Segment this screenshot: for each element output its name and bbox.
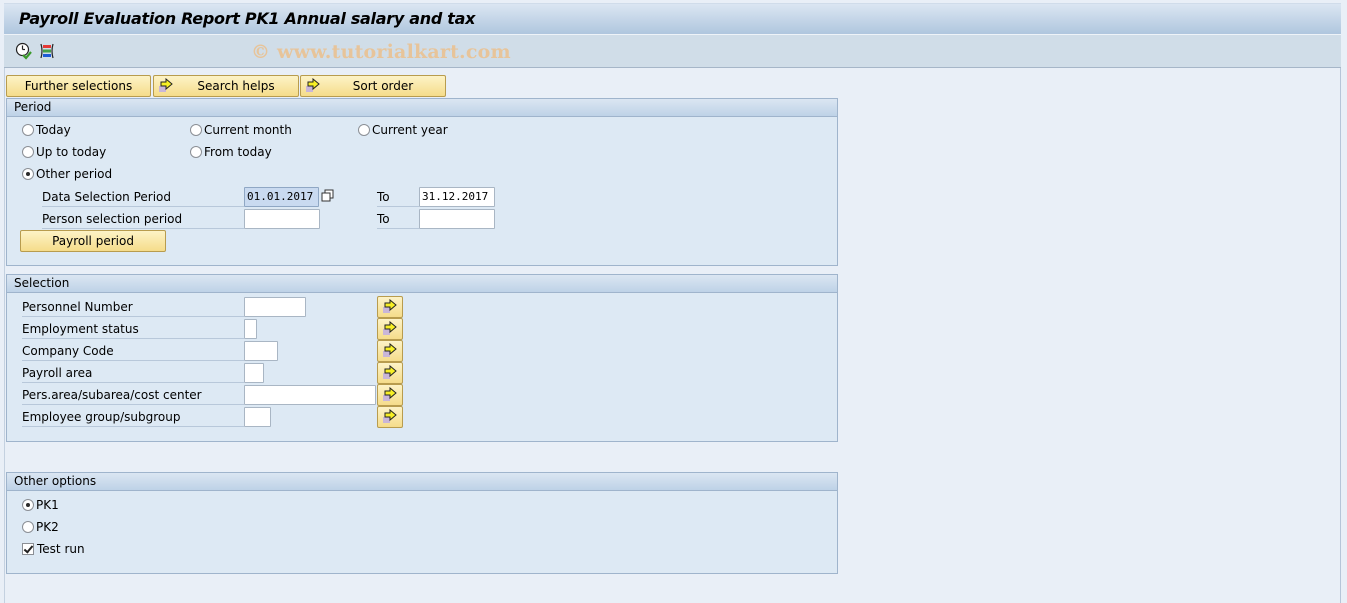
company-code-input[interactable] xyxy=(244,341,278,361)
search-helps-label: Search helps xyxy=(197,79,275,93)
multiple-selection-icon[interactable] xyxy=(321,189,337,205)
radio-button[interactable] xyxy=(190,146,202,158)
person-selection-to-input[interactable] xyxy=(419,209,495,229)
period-group-title: Period xyxy=(7,99,837,117)
selection-group: Selection Personnel Number Employment st… xyxy=(6,274,838,442)
arrow-right-icon xyxy=(383,409,397,423)
title-bar: Payroll Evaluation Report PK1 Annual sal… xyxy=(4,3,1341,34)
data-selection-to-label: To xyxy=(377,187,419,207)
personnel-number-input[interactable] xyxy=(244,297,306,317)
radio-today[interactable]: Today xyxy=(22,123,71,137)
other-options-group: Other options PK1 PK2 Test run xyxy=(6,472,838,574)
application-toolbar: © www.tutorialkart.com xyxy=(4,34,1341,68)
radio-button[interactable] xyxy=(22,168,34,180)
person-selection-period-label: Person selection period xyxy=(42,209,244,229)
search-helps-button[interactable]: Search helps xyxy=(153,75,299,97)
checkbox-box[interactable] xyxy=(22,543,34,555)
person-selection-to-label: To xyxy=(377,209,419,229)
arrow-right-icon xyxy=(383,387,397,401)
arrow-right-icon xyxy=(383,321,397,335)
personnel-number-multiple-selection-button[interactable] xyxy=(377,296,403,318)
selection-group-title: Selection xyxy=(7,275,837,293)
radio-label: Other period xyxy=(36,167,113,181)
radio-current-year[interactable]: Current year xyxy=(358,123,448,137)
data-selection-to-input[interactable]: 31.12.2017 xyxy=(419,187,495,207)
pers-area-input[interactable] xyxy=(244,385,376,405)
radio-button[interactable] xyxy=(22,499,34,511)
radio-button[interactable] xyxy=(190,124,202,136)
radio-up-to-today[interactable]: Up to today xyxy=(22,145,106,159)
personnel-number-label: Personnel Number xyxy=(22,297,244,317)
radio-button[interactable] xyxy=(22,521,34,533)
radio-label: Today xyxy=(36,123,71,137)
checkbox-label: Test run xyxy=(37,542,85,556)
payroll-period-button[interactable]: Payroll period xyxy=(20,230,166,252)
radio-other-period[interactable]: Other period xyxy=(22,167,112,181)
page-title: Payroll Evaluation Report PK1 Annual sal… xyxy=(19,9,476,28)
arrow-right-icon xyxy=(383,299,397,313)
arrow-right-icon xyxy=(383,365,397,379)
selection-screen-icon[interactable] xyxy=(38,42,56,60)
radio-label: PK1 xyxy=(36,498,59,512)
arrow-right-icon xyxy=(383,343,397,357)
watermark: © www.tutorialkart.com xyxy=(251,41,511,63)
further-selections-button[interactable]: Further selections xyxy=(6,75,151,97)
payroll-period-label: Payroll period xyxy=(52,234,134,248)
test-run-checkbox[interactable]: Test run xyxy=(22,542,85,556)
payroll-area-input[interactable] xyxy=(244,363,264,383)
radio-button[interactable] xyxy=(22,124,34,136)
employee-group-multiple-selection-button[interactable] xyxy=(377,406,403,428)
radio-from-today[interactable]: From today xyxy=(190,145,272,159)
payroll-area-multiple-selection-button[interactable] xyxy=(377,362,403,384)
company-code-multiple-selection-button[interactable] xyxy=(377,340,403,362)
radio-button[interactable] xyxy=(22,146,34,158)
radio-button[interactable] xyxy=(358,124,370,136)
radio-pk2[interactable]: PK2 xyxy=(22,520,59,534)
employment-status-label: Employment status xyxy=(22,319,244,339)
employee-group-label: Employee group/subgroup xyxy=(22,407,244,427)
radio-pk1[interactable]: PK1 xyxy=(22,498,59,512)
arrow-right-icon xyxy=(305,77,321,94)
further-selections-label: Further selections xyxy=(24,79,133,93)
company-code-label: Company Code xyxy=(22,341,244,361)
payroll-area-label: Payroll area xyxy=(22,363,244,383)
data-selection-period-label: Data Selection Period xyxy=(42,187,244,207)
execute-icon[interactable] xyxy=(15,42,33,60)
radio-label: Current year xyxy=(372,123,448,137)
radio-label: PK2 xyxy=(36,520,59,534)
radio-current-month[interactable]: Current month xyxy=(190,123,292,137)
sort-order-button[interactable]: Sort order xyxy=(300,75,446,97)
period-group: Period Today Current month Current year … xyxy=(6,98,838,266)
employment-status-multiple-selection-button[interactable] xyxy=(377,318,403,340)
pers-area-label: Pers.area/subarea/cost center xyxy=(22,385,244,405)
other-options-group-title: Other options xyxy=(7,473,837,491)
arrow-right-icon xyxy=(158,77,174,94)
radio-label: From today xyxy=(204,145,272,159)
employment-status-input[interactable] xyxy=(244,319,257,339)
sort-order-label: Sort order xyxy=(352,79,414,93)
pers-area-multiple-selection-button[interactable] xyxy=(377,384,403,406)
person-selection-from-input[interactable] xyxy=(244,209,320,229)
radio-label: Up to today xyxy=(36,145,107,159)
employee-group-input[interactable] xyxy=(244,407,271,427)
radio-label: Current month xyxy=(204,123,292,137)
data-selection-from-input[interactable]: 01.01.2017 xyxy=(244,187,319,207)
